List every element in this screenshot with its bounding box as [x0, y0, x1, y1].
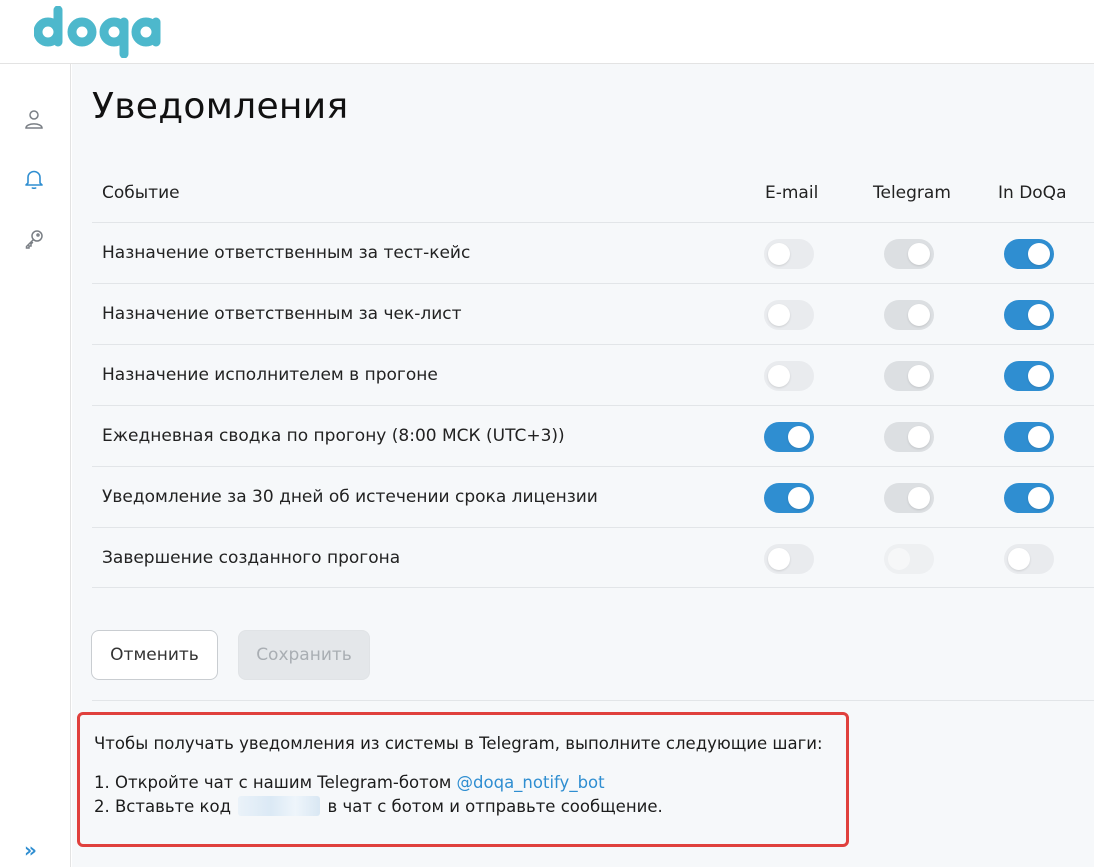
toggle-knob	[1028, 426, 1050, 448]
doqa-toggle[interactable]	[1004, 544, 1054, 574]
column-header-doqa: In DoQa	[998, 183, 1067, 203]
table-row: Ежедневная сводка по прогону (8:00 МСК (…	[92, 405, 1094, 466]
event-label: Ежедневная сводка по прогону (8:00 МСК (…	[102, 426, 565, 446]
doqa-toggle[interactable]	[1004, 483, 1054, 513]
column-header-telegram: Telegram	[873, 183, 951, 203]
event-label: Уведомление за 30 дней об истечении срок…	[102, 487, 598, 507]
toggle-knob	[908, 304, 930, 326]
event-label: Назначение ответственным за тест-кейс	[102, 243, 471, 263]
toggle-knob	[768, 365, 790, 387]
toggle-knob	[1028, 304, 1050, 326]
doqa-toggle[interactable]	[1004, 422, 1054, 452]
toggle-knob	[888, 548, 910, 570]
expand-sidebar-icon[interactable]: »	[24, 840, 44, 860]
telegram-toggle[interactable]	[884, 422, 934, 452]
main-content: Уведомления Событие E-mail Telegram In D…	[72, 64, 1094, 867]
telegram-toggle[interactable]	[884, 483, 934, 513]
toggle-knob	[788, 426, 810, 448]
toggle-knob	[768, 304, 790, 326]
table-row: Назначение ответственным за чек-лист	[92, 283, 1094, 344]
toggle-knob	[1028, 487, 1050, 509]
telegram-intro: Чтобы получать уведомления из системы в …	[94, 734, 823, 753]
step-2-prefix: 2. Вставьте код	[94, 797, 232, 816]
table-row: Назначение исполнителем в прогоне	[92, 344, 1094, 405]
toggle-knob	[788, 487, 810, 509]
toggle-knob	[1028, 365, 1050, 387]
email-toggle[interactable]	[764, 239, 814, 269]
table-row: Завершение созданного прогона	[92, 527, 1094, 588]
table-header: Событие E-mail Telegram In DoQa	[92, 162, 1094, 222]
step-1-text: 1. Откройте чат с нашим Telegram-ботом	[94, 773, 457, 792]
toggle-knob	[908, 365, 930, 387]
email-toggle[interactable]	[764, 422, 814, 452]
doqa-toggle[interactable]	[1004, 300, 1054, 330]
email-toggle[interactable]	[764, 300, 814, 330]
event-label: Назначение исполнителем в прогоне	[102, 365, 438, 385]
telegram-code[interactable]	[238, 796, 321, 816]
email-toggle[interactable]	[764, 361, 814, 391]
doqa-toggle[interactable]	[1004, 239, 1054, 269]
save-button[interactable]: Сохранить	[238, 630, 370, 680]
telegram-step-2: 2. Вставьте код в чат с ботом и отправьт…	[94, 796, 663, 816]
telegram-toggle[interactable]	[884, 361, 934, 391]
doqa-toggle[interactable]	[1004, 361, 1054, 391]
page-title: Уведомления	[92, 86, 349, 127]
toggle-knob	[1028, 243, 1050, 265]
cancel-button[interactable]: Отменить	[91, 630, 218, 680]
toggle-knob	[768, 243, 790, 265]
telegram-toggle[interactable]	[884, 544, 934, 574]
toggle-knob	[908, 426, 930, 448]
top-bar	[0, 0, 1094, 64]
toggle-knob	[768, 548, 790, 570]
column-header-email: E-mail	[765, 183, 819, 203]
email-toggle[interactable]	[764, 544, 814, 574]
telegram-toggle[interactable]	[884, 239, 934, 269]
table-row: Назначение ответственным за тест-кейс	[92, 222, 1094, 283]
telegram-instructions: Чтобы получать уведомления из системы в …	[77, 712, 849, 847]
notifications-table: Событие E-mail Telegram In DoQa Назначен…	[92, 162, 1094, 588]
telegram-step-1: 1. Откройте чат с нашим Telegram-ботом @…	[94, 773, 605, 792]
telegram-bot-link[interactable]: @doqa_notify_bot	[457, 773, 605, 792]
table-row: Уведомление за 30 дней об истечении срок…	[92, 466, 1094, 527]
step-2-suffix: в чат с ботом и отправьте сообщение.	[327, 797, 663, 816]
divider	[92, 700, 1094, 701]
toggle-knob	[1008, 548, 1030, 570]
event-label: Завершение созданного прогона	[102, 548, 401, 568]
sidebar: »	[0, 64, 71, 867]
bell-icon[interactable]	[22, 167, 46, 191]
doqa-logo[interactable]	[34, 6, 164, 58]
user-icon[interactable]	[22, 107, 46, 131]
email-toggle[interactable]	[764, 483, 814, 513]
toggle-knob	[908, 487, 930, 509]
telegram-toggle[interactable]	[884, 300, 934, 330]
key-icon[interactable]	[22, 227, 46, 251]
toggle-knob	[908, 243, 930, 265]
event-label: Назначение ответственным за чек-лист	[102, 304, 462, 324]
column-header-event: Событие	[102, 183, 180, 203]
